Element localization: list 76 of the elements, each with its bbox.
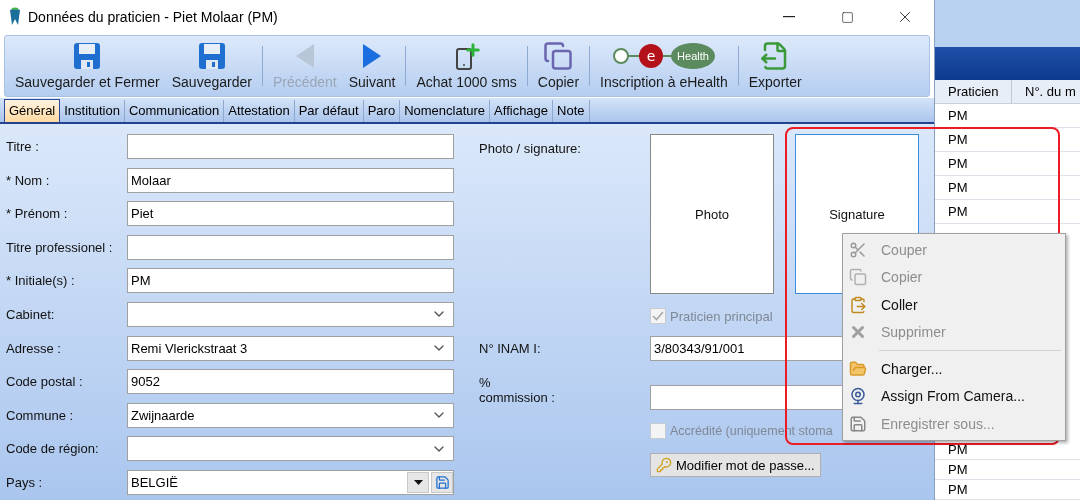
field-label: % [479, 375, 492, 390]
tab[interactable]: Général [4, 99, 61, 122]
field-label: Adresse : [6, 340, 62, 356]
photo-box[interactable]: Photo [650, 134, 774, 294]
dropdown-arrow-button[interactable] [407, 471, 429, 493]
table-row[interactable]: PM [935, 176, 1080, 200]
table-row[interactable]: PM [935, 128, 1080, 152]
tab[interactable]: Nomenclature [400, 100, 491, 122]
table-row[interactable]: PM [935, 460, 1080, 480]
save-button[interactable] [431, 471, 453, 493]
menu-item[interactable]: Coller [843, 291, 1065, 319]
key-icon [656, 457, 672, 473]
text-field[interactable]: Piet [127, 201, 454, 227]
dropdown-field[interactable]: BELGIË [127, 469, 454, 495]
checkbox-label: Praticien principal [670, 308, 773, 324]
copy-icon [543, 41, 574, 71]
field-label: * Nom : [6, 172, 51, 188]
text-field[interactable] [127, 134, 454, 159]
tab[interactable]: Institution [60, 100, 125, 122]
minimize-icon [783, 16, 795, 18]
window-title: Données du praticien - Piet Molaar (PM) [28, 9, 279, 25]
floppy-icon [434, 474, 450, 490]
field-label: Cabinet: [6, 306, 56, 322]
field-label: commission : [479, 390, 556, 405]
toolbar-button[interactable]: Achat 1000 sms [410, 36, 523, 96]
field-label: Pays : [6, 474, 44, 490]
toolbar-button[interactable]: Exporter [742, 36, 808, 96]
menu-item[interactable]: Assign From Camera... [843, 382, 1065, 410]
field-label: Commune : [6, 407, 75, 423]
field-label: Code postal : [6, 374, 84, 390]
dropdown-field[interactable]: Zwijnaarde [127, 402, 454, 428]
dropdown-field[interactable] [127, 301, 454, 327]
field-label: Photo / signature: [479, 140, 582, 158]
toolbar-button[interactable]: Copier [531, 36, 586, 96]
copy-icon [849, 268, 867, 287]
toolbar-button[interactable]: Sauvegarder et Fermer [9, 36, 166, 96]
toolbar-button[interactable]: Suivant [342, 36, 402, 96]
tab[interactable]: Paro [363, 100, 401, 122]
field-label: Titre professionel : [6, 239, 114, 255]
field-label: Titre : [6, 139, 40, 154]
table-row[interactable]: PM [935, 480, 1080, 500]
app-logo-icon [8, 7, 22, 27]
floppy-icon [196, 41, 227, 71]
maximize-icon [840, 10, 854, 24]
ehealth-logo: e Health [611, 41, 716, 71]
tab[interactable]: Communication [124, 100, 225, 122]
tab[interactable]: Affichage [490, 100, 554, 122]
dropdown-field[interactable]: Remi Vlerickstraat 3 [127, 335, 454, 361]
toolbar-button[interactable]: e Health Inscription à eHealth [594, 36, 734, 96]
floppy-icon [849, 414, 867, 433]
dropdown-field[interactable] [127, 436, 454, 462]
change-password-button[interactable]: Modifier mot de passe... [650, 453, 821, 477]
text-field[interactable]: 9052 [127, 369, 454, 395]
field-label: * Prénom : [6, 206, 69, 222]
tab[interactable]: Attestation [224, 100, 295, 122]
table-row[interactable]: PM [935, 152, 1080, 176]
toolbar-button[interactable]: Sauvegarder [165, 36, 258, 96]
caret-icon [413, 479, 423, 485]
text-field[interactable]: Molaar [127, 167, 454, 193]
field-label: N° INAM I: [479, 341, 542, 356]
table-row[interactable]: PM [935, 200, 1080, 224]
paste-icon [849, 295, 867, 314]
scissors-icon [849, 240, 867, 259]
field-label: Code de région: [6, 441, 100, 457]
field-label: * Initiale(s) : [6, 273, 76, 289]
webcam-icon [849, 387, 867, 406]
text-field[interactable] [127, 234, 454, 260]
tab[interactable]: Par défaut [294, 100, 364, 122]
floppy-icon [72, 41, 103, 71]
folder-icon [849, 359, 867, 378]
text-field[interactable]: PM [127, 268, 454, 294]
column-header[interactable]: Praticien [935, 80, 1012, 103]
check-icon [652, 311, 664, 321]
tab[interactable]: Note [553, 100, 590, 122]
table-row[interactable]: PM [935, 104, 1080, 128]
column-header[interactable]: N°. du m [1012, 80, 1080, 103]
